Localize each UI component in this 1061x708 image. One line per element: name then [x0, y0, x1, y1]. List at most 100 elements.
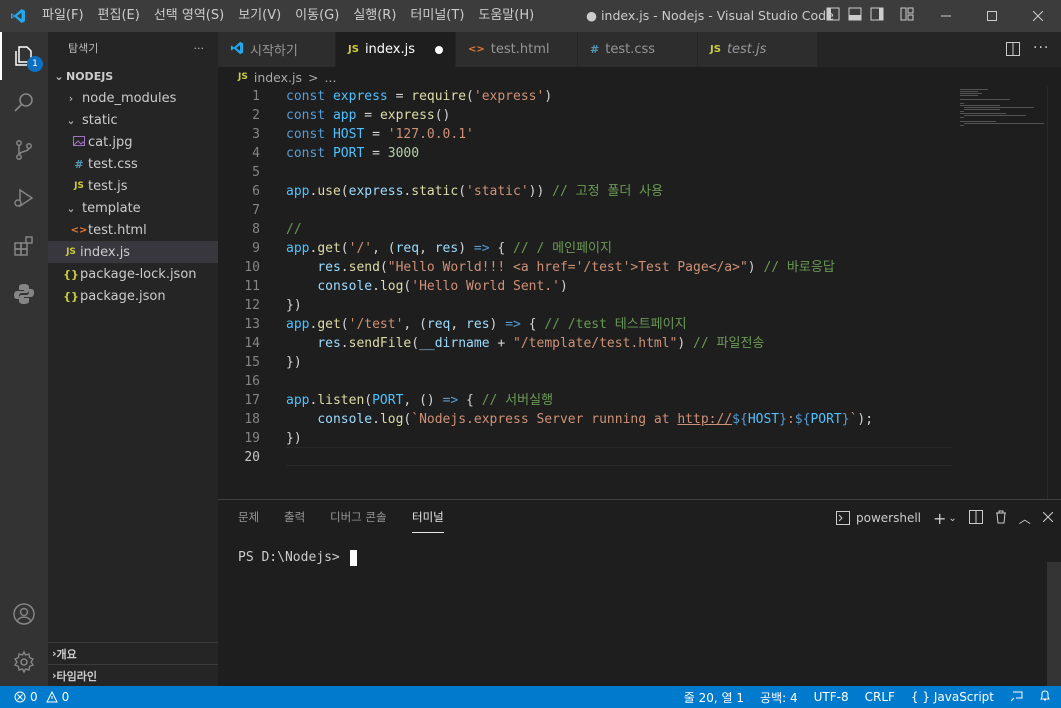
- tab-test-js[interactable]: JS test.js: [698, 32, 818, 67]
- menu-terminal[interactable]: 터미널(T): [403, 0, 471, 32]
- workspace-root[interactable]: ⌄ NODEJS: [48, 65, 218, 87]
- tab-welcome[interactable]: 시작하기: [218, 32, 336, 67]
- warning-icon: [45, 691, 58, 703]
- breadcrumb-separator: >: [308, 69, 319, 85]
- code-editor[interactable]: 1 2 3 4 5 6 7 8 9 10 11 12 13 14 15 16 17 18 19 20 const ex…: [218, 87, 1061, 499]
- js-file-icon: JS: [348, 44, 359, 55]
- breadcrumb: JS index.js > ...: [218, 67, 1061, 87]
- line-number: 14: [244, 336, 260, 351]
- source-control-icon[interactable]: [0, 126, 48, 174]
- json-file-icon: {}: [63, 289, 79, 303]
- explorer-icon[interactable]: 1: [0, 32, 48, 80]
- outline-section[interactable]: › 개요: [48, 642, 218, 664]
- tree-file-test-js[interactable]: JS test.js: [48, 175, 218, 197]
- split-editor-icon[interactable]: [1006, 42, 1020, 60]
- end-of-line[interactable]: CRLF: [865, 690, 895, 704]
- tree-item-label: test.js: [88, 178, 128, 194]
- code-line: res.sendFile(__dirname + "/template/test…: [317, 336, 765, 351]
- tab-label: test.js: [726, 42, 767, 57]
- js-file-icon: JS: [74, 181, 84, 191]
- tree-file-index-js[interactable]: JS index.js: [48, 241, 218, 263]
- menu-file[interactable]: 파일(F): [35, 0, 91, 32]
- code-line: console.log(`Nodejs.express Server runni…: [317, 412, 874, 427]
- tree-item-label: node_modules: [82, 90, 177, 106]
- tab-debug-console[interactable]: 디버그 콘솔: [330, 500, 387, 535]
- problems-status[interactable]: 0 0: [14, 686, 69, 708]
- timeline-section[interactable]: › 타임라인: [48, 664, 218, 686]
- chevron-down-icon: ⌄: [54, 69, 64, 83]
- code-line: app.get('/', (req, res) => { // / 메인페이지: [286, 241, 612, 256]
- tab-terminal[interactable]: 터미널: [412, 503, 444, 533]
- tree-item-label: template: [82, 200, 141, 216]
- tree-folder-node-modules[interactable]: › node_modules: [48, 87, 218, 109]
- toggle-panel-icon[interactable]: [848, 7, 862, 25]
- title-bar: 파일(F) 편집(E) 선택 영역(S) 보기(V) 이동(G) 실행(R) 터…: [0, 0, 1061, 32]
- tab-output[interactable]: 출력: [284, 500, 305, 535]
- tab-index-js[interactable]: JS index.js: [336, 32, 456, 67]
- tree-folder-static[interactable]: ⌄ static: [48, 109, 218, 131]
- toggle-secondary-sidebar-icon[interactable]: [870, 7, 884, 25]
- trash-icon[interactable]: [995, 510, 1007, 527]
- line-number: 20: [244, 450, 260, 465]
- editor-tabs: 시작하기 JS index.js <> test.html # test.css…: [218, 32, 1061, 67]
- python-icon[interactable]: [0, 270, 48, 318]
- extensions-icon[interactable]: [0, 222, 48, 270]
- status-bar: 0 0 줄 20, 열 1 공백: 4 UTF-8 CRLF { } JavaS…: [0, 686, 1061, 708]
- account-icon[interactable]: [0, 590, 48, 638]
- workspace-root-label: NODEJS: [66, 69, 114, 83]
- encoding[interactable]: UTF-8: [814, 690, 849, 704]
- notifications-bell-icon[interactable]: [1039, 689, 1051, 705]
- menu-go[interactable]: 이동(G): [288, 0, 346, 32]
- tree-folder-template[interactable]: ⌄ template: [48, 197, 218, 219]
- tab-test-html[interactable]: <> test.html: [456, 32, 578, 67]
- unsaved-dot-icon[interactable]: [435, 46, 443, 54]
- cursor-position[interactable]: 줄 20, 열 1: [684, 689, 744, 706]
- new-terminal-icon[interactable]: +: [933, 509, 946, 528]
- search-icon[interactable]: [0, 78, 48, 126]
- editor-scrollbar[interactable]: [1047, 87, 1061, 499]
- code-line: const express = require('express'): [286, 89, 553, 104]
- tree-item-label: index.js: [80, 244, 131, 260]
- more-actions-icon[interactable]: ···: [194, 42, 205, 55]
- tree-file-package-lock-json[interactable]: {} package-lock.json: [48, 263, 218, 285]
- image-icon: [70, 135, 88, 150]
- window-title: ● index.js - Nodejs - Visual Studio Code: [586, 8, 834, 23]
- tree-file-test-css[interactable]: # test.css: [48, 153, 218, 175]
- feedback-icon[interactable]: [1010, 689, 1023, 705]
- menu-edit[interactable]: 편집(E): [91, 0, 147, 32]
- terminal-profile[interactable]: powershell: [836, 511, 921, 525]
- line-number: 5: [252, 165, 260, 180]
- tab-test-css[interactable]: # test.css: [578, 32, 698, 67]
- settings-gear-icon[interactable]: [0, 638, 48, 686]
- minimap[interactable]: [958, 87, 1048, 147]
- menu-selection[interactable]: 선택 영역(S): [147, 0, 231, 32]
- run-debug-icon[interactable]: [0, 174, 48, 222]
- tree-file-cat-jpg[interactable]: cat.jpg: [48, 131, 218, 153]
- js-file-icon: JS: [66, 247, 76, 257]
- maximize-panel-icon[interactable]: ︿: [1019, 510, 1031, 527]
- line-number: 15: [244, 355, 260, 370]
- terminal-output[interactable]: PS D:\Nodejs>: [238, 550, 357, 566]
- breadcrumb-symbol[interactable]: ...: [325, 70, 337, 85]
- breadcrumb-file[interactable]: index.js: [254, 70, 302, 85]
- split-terminal-icon[interactable]: [968, 509, 983, 527]
- maximize-button[interactable]: [969, 0, 1015, 32]
- menu-run[interactable]: 실행(R): [346, 0, 403, 32]
- tree-file-test-html[interactable]: <> test.html: [48, 219, 218, 241]
- tab-problems[interactable]: 문제: [238, 500, 259, 535]
- indentation[interactable]: 공백: 4: [760, 689, 798, 706]
- terminal-scrollbar[interactable]: [1047, 562, 1061, 686]
- language-mode[interactable]: { } JavaScript: [911, 690, 994, 704]
- tree-file-package-json[interactable]: {} package.json: [48, 285, 218, 307]
- minimize-button[interactable]: [923, 0, 969, 32]
- close-panel-icon[interactable]: [1042, 511, 1054, 525]
- menu-view[interactable]: 보기(V): [231, 0, 288, 32]
- chevron-down-icon[interactable]: ⌄: [948, 513, 956, 524]
- menu-help[interactable]: 도움말(H): [471, 0, 541, 32]
- current-line-highlight: [286, 447, 952, 466]
- explorer-sidebar: 탐색기 ··· ⌄ NODEJS › node_modules ⌄ static…: [48, 32, 218, 686]
- close-button[interactable]: [1015, 0, 1061, 32]
- more-actions-icon[interactable]: ···: [1033, 40, 1049, 56]
- customize-layout-icon[interactable]: [900, 7, 914, 25]
- toggle-sidebar-icon[interactable]: [826, 7, 840, 25]
